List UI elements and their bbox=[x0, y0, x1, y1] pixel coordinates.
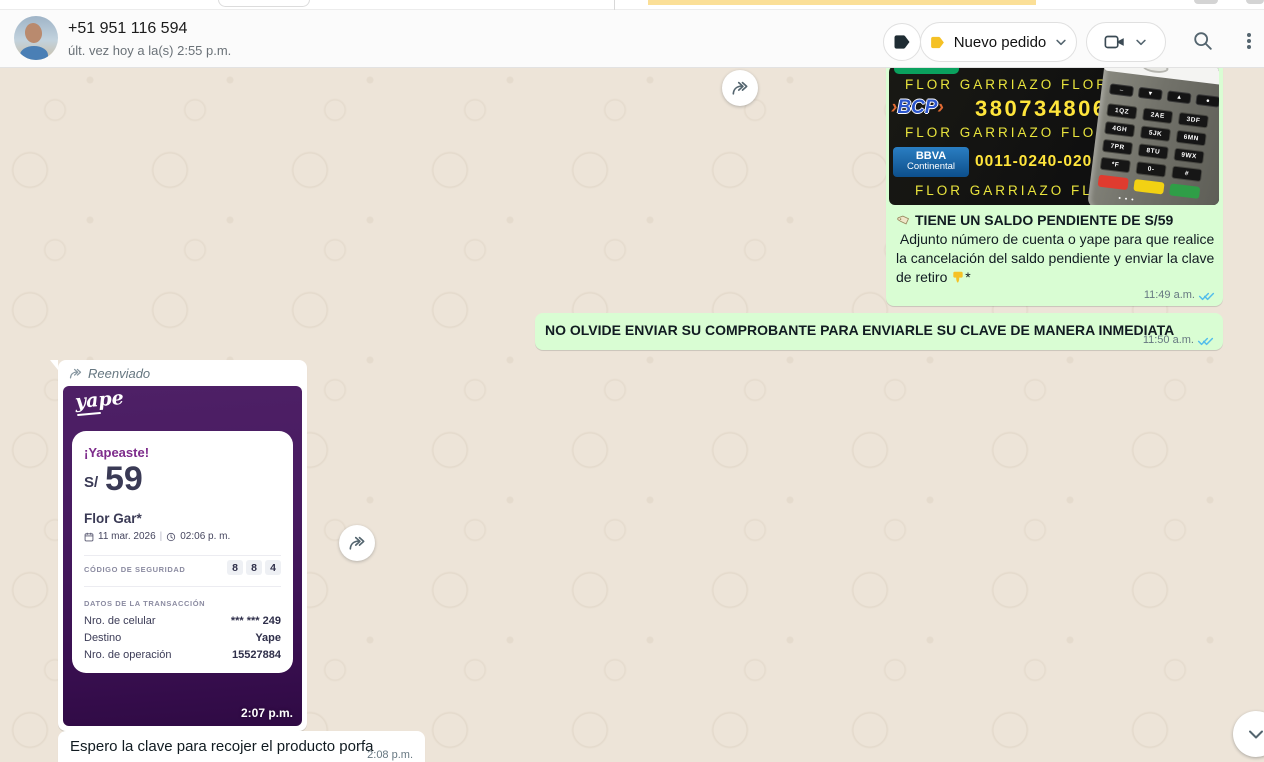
forward-arrow-icon bbox=[730, 78, 750, 98]
receipt-payee: Flor Gar* bbox=[84, 511, 142, 526]
last-seen-status: últ. vez hoy a la(s) 2:55 p.m. bbox=[68, 43, 231, 58]
top-strip-tab-fragment bbox=[218, 0, 310, 7]
saldo-body: Adjunto número de cuenta o yape para que… bbox=[896, 231, 1218, 285]
double-check-icon bbox=[1198, 290, 1215, 301]
forward-message-button[interactable] bbox=[722, 70, 758, 106]
label-button[interactable] bbox=[883, 23, 921, 61]
security-digit: 4 bbox=[265, 560, 281, 575]
message-time: 11:49 a.m. bbox=[1144, 289, 1195, 301]
receipt-amount: 59 bbox=[105, 460, 143, 499]
saldo-suffix: * bbox=[965, 269, 970, 285]
divider bbox=[84, 586, 281, 587]
double-check-icon bbox=[1197, 335, 1214, 346]
yape-receipt-image[interactable]: yape ¡Yapeaste! S/ 59 Flor Gar* 11 mar. … bbox=[63, 386, 302, 726]
yape-logo: yape bbox=[74, 387, 124, 413]
message-text: Espero la clave para recojer el producto… bbox=[70, 738, 374, 755]
message-text: NO OLVIDE ENVIAR SU COMPROBANTE PARA ENV… bbox=[545, 322, 1174, 338]
message-time: 11:50 a.m. bbox=[1143, 334, 1194, 346]
top-strip-divider bbox=[614, 0, 615, 10]
calendar-icon bbox=[84, 532, 94, 542]
top-strip-yellow-highlight bbox=[648, 0, 1036, 5]
label-tag-icon bbox=[892, 32, 912, 52]
pointing-down-emoji-icon bbox=[951, 269, 965, 285]
message-meta: 11:49 a.m. bbox=[1144, 289, 1215, 301]
chat-header: +51 951 116 594 últ. vez hoy a la(s) 2:5… bbox=[0, 10, 1264, 68]
separator: | bbox=[160, 531, 163, 542]
forwarded-label: Reenviado bbox=[88, 366, 150, 381]
forward-message-button[interactable] bbox=[339, 525, 375, 561]
row-value: 15527884 bbox=[232, 649, 281, 661]
account-holder-name: FLOR GARRIAZO FLORES bbox=[905, 77, 1133, 92]
forward-arrow-icon bbox=[347, 533, 367, 553]
security-code-label: CÓDIGO DE SEGURIDAD bbox=[84, 565, 185, 574]
bcp-logo: ›BCP› bbox=[891, 97, 944, 119]
message-outgoing-saldo: FLOR GARRIAZO FLORES ›BCP› 3807348063402… bbox=[886, 60, 1223, 306]
transaction-section-label: DATOS DE LA TRANSACCIÓN bbox=[84, 599, 205, 608]
order-status-label: Nuevo pedido bbox=[954, 34, 1047, 51]
security-digit: 8 bbox=[227, 560, 243, 575]
message-text: TIENE UN SALDO PENDIENTE DE S/59 Adjunto… bbox=[896, 211, 1218, 287]
contact-avatar[interactable] bbox=[14, 16, 58, 60]
bank-accounts-image[interactable]: FLOR GARRIAZO FLORES ›BCP› 3807348063402… bbox=[889, 66, 1219, 205]
contact-name[interactable]: +51 951 116 594 bbox=[68, 20, 187, 38]
top-strip-fragment bbox=[1246, 0, 1264, 4]
row-label: Destino bbox=[84, 632, 121, 644]
receipt-time: 02:06 p. m. bbox=[180, 531, 230, 542]
divider bbox=[84, 555, 281, 556]
order-status-button[interactable]: Nuevo pedido bbox=[920, 22, 1077, 62]
message-meta: 11:50 a.m. bbox=[1143, 334, 1214, 346]
chevron-down-icon bbox=[1244, 722, 1264, 746]
transaction-row: Nro. de operación 15527884 bbox=[84, 649, 281, 661]
search-icon bbox=[1192, 30, 1214, 52]
forwarded-label-row: Reenviado bbox=[68, 366, 150, 381]
search-button[interactable] bbox=[1186, 24, 1220, 58]
receipt-date-row: 11 mar. 2026 | 02:06 p. m. bbox=[84, 531, 230, 542]
receipt-title: ¡Yapeaste! bbox=[84, 445, 149, 460]
message-incoming-forwarded: Reenviado yape ¡Yapeaste! S/ 59 Flor Gar… bbox=[58, 360, 307, 731]
avatar-face bbox=[24, 22, 44, 44]
message-time: 2:08 p.m. bbox=[367, 749, 413, 761]
top-strip bbox=[0, 0, 1264, 10]
chevron-down-icon bbox=[1054, 35, 1068, 49]
whatsapp-chat-screen: +51 951 116 594 últ. vez hoy a la(s) 2:5… bbox=[0, 0, 1264, 762]
scroll-to-bottom-button[interactable] bbox=[1233, 711, 1264, 757]
menu-button[interactable] bbox=[1232, 24, 1264, 58]
pos-terminal-graphic: – ▼ ▲ ● 1QZ 2AE 3DF 4GH 5JK 6MN 7PR 8TU … bbox=[1087, 66, 1219, 205]
top-strip-fragment bbox=[1194, 0, 1218, 4]
message-outgoing-comprobante: NO OLVIDE ENVIAR SU COMPROBANTE PARA ENV… bbox=[535, 313, 1223, 350]
video-call-button[interactable] bbox=[1086, 22, 1166, 62]
receipt-card: ¡Yapeaste! S/ 59 Flor Gar* 11 mar. 2026 … bbox=[72, 431, 293, 673]
message-incoming-clave: Espero la clave para recojer el producto… bbox=[58, 731, 425, 762]
row-label: Nro. de operación bbox=[84, 649, 171, 661]
video-camera-icon bbox=[1104, 33, 1126, 51]
row-value: Yape bbox=[255, 632, 281, 644]
bbva-logo: BBVA Continental bbox=[893, 147, 969, 177]
transaction-row: Nro. de celular *** *** 249 bbox=[84, 615, 281, 627]
chevron-down-icon bbox=[1134, 35, 1148, 49]
image-timestamp: 2:07 p.m. bbox=[241, 706, 293, 720]
security-digit: 8 bbox=[246, 560, 262, 575]
row-label: Nro. de celular bbox=[84, 615, 156, 627]
yellow-label-icon bbox=[929, 34, 946, 51]
transaction-row: Destino Yape bbox=[84, 632, 281, 644]
security-code-digits: 8 8 4 bbox=[227, 560, 281, 575]
forward-arrow-icon bbox=[68, 366, 83, 381]
row-value: *** *** 249 bbox=[231, 615, 281, 627]
saldo-headline: TIENE UN SALDO PENDIENTE DE S/59 bbox=[915, 211, 1173, 230]
label-emoji-icon bbox=[896, 213, 911, 228]
clock-icon bbox=[166, 532, 176, 542]
receipt-currency: S/ bbox=[84, 474, 98, 491]
receipt-date: 11 mar. 2026 bbox=[98, 531, 156, 542]
kebab-menu-icon bbox=[1247, 31, 1251, 51]
avatar-body bbox=[20, 46, 48, 60]
